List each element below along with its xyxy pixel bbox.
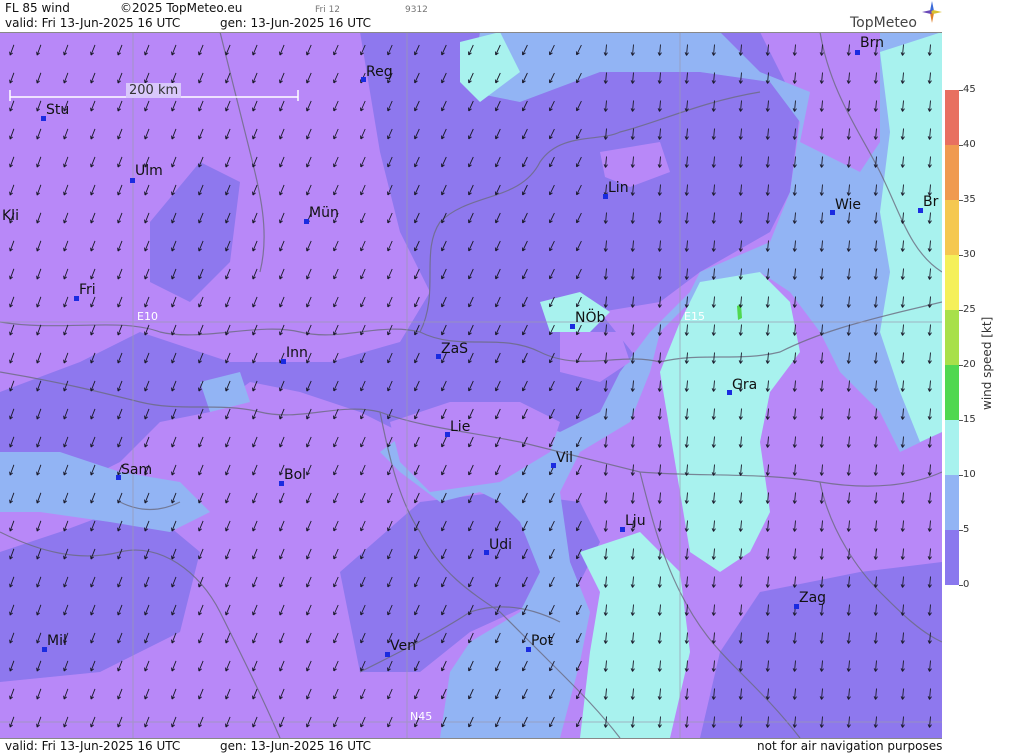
city-label[interactable]: Zag (799, 590, 826, 606)
city-label[interactable]: Fri (79, 282, 96, 298)
scale-tick-label: 30 (963, 249, 976, 260)
run-id: 9312 (405, 5, 428, 15)
city-label[interactable]: Ven (390, 638, 416, 654)
scale-tick-mark (959, 310, 963, 311)
scale-tick-label: 15 (963, 414, 976, 425)
scale-tick-mark (959, 365, 963, 366)
color-scale-band (945, 145, 959, 200)
footer-bar: valid: Fri 13-Jun-2025 16 UTC gen: 13-Ju… (0, 738, 942, 754)
scale-tick-mark (959, 475, 963, 476)
legend-unit: wind speed [kt] (980, 316, 994, 410)
city-label[interactable]: Lju (625, 513, 646, 529)
wind-field (0, 32, 942, 738)
city-label[interactable]: ZaS (441, 341, 468, 357)
map-panel[interactable]: 200 km E10 E15 N45 Brn Reg Stu Ulm Lin W… (0, 32, 942, 738)
grid-label-n45: N45 (410, 710, 433, 723)
scale-tick-mark (959, 530, 963, 531)
generated-time: gen: 13-Jun-2025 16 UTC (220, 16, 372, 30)
brand-name[interactable]: TopMeteo (850, 15, 917, 31)
color-scale-band (945, 200, 959, 255)
scale-tick-mark (959, 200, 963, 201)
disclaimer: not for air navigation purposes (757, 739, 943, 753)
scale-tick-mark (959, 90, 963, 91)
day-code: Fri 12 (315, 5, 341, 15)
scale-tick-label: 10 (963, 469, 976, 480)
city-label[interactable]: Brn (860, 35, 884, 51)
compass-logo-icon (922, 1, 942, 23)
scale-tick-mark (959, 145, 963, 146)
city-label[interactable]: Mün (309, 205, 339, 221)
city-label[interactable]: Kli (2, 208, 19, 224)
city-label[interactable]: Inn (286, 345, 308, 361)
color-scale-band (945, 310, 959, 365)
color-scale-band (945, 475, 959, 530)
scale-tick-mark (959, 255, 963, 256)
city-label[interactable]: Stu (46, 102, 69, 118)
scale-tick-label: 25 (963, 304, 976, 315)
color-scale-band (945, 530, 959, 585)
scale-tick-label: 0 (963, 579, 970, 590)
scale-tick-mark (959, 585, 963, 586)
scale-bar: 200 km (8, 83, 300, 103)
city-label[interactable]: Vil (556, 450, 573, 466)
city-label[interactable]: Gra (732, 377, 757, 393)
grid-label-e15: E15 (684, 310, 705, 323)
scale-tick-label: 5 (963, 524, 970, 535)
scale-tick-label: 40 (963, 139, 976, 150)
city-label[interactable]: Lie (450, 419, 470, 435)
grid-label-e10: E10 (137, 310, 158, 323)
city-label[interactable]: Mil (47, 633, 67, 649)
city-label[interactable]: NÖb (575, 310, 605, 326)
valid-time: valid: Fri 13-Jun-2025 16 UTC (5, 16, 181, 30)
scale-label: 200 km (126, 83, 182, 98)
city-label[interactable]: Udi (489, 537, 512, 553)
scale-tick-label: 35 (963, 194, 976, 205)
color-scale-band (945, 365, 959, 420)
scale-tick-mark (959, 420, 963, 421)
map-title: FL 85 wind (5, 1, 70, 15)
city-label[interactable]: Pot (531, 633, 553, 649)
city-label[interactable]: Reg (366, 64, 393, 80)
city-label[interactable]: Lin (608, 180, 629, 196)
copyright: ©2025 TopMeteo.eu (120, 1, 243, 15)
city-label[interactable]: Br (923, 194, 938, 210)
city-label[interactable]: Wie (835, 197, 861, 213)
city-label[interactable]: Sam (121, 462, 152, 478)
footer-generated-time: gen: 13-Jun-2025 16 UTC (220, 739, 372, 753)
scale-tick-label: 20 (963, 359, 976, 370)
header-bar: FL 85 wind ©2025 TopMeteo.eu Fri 12 9312… (0, 0, 942, 33)
color-scale (945, 90, 959, 585)
scale-tick-label: 45 (963, 84, 976, 95)
city-label[interactable]: Ulm (135, 163, 163, 179)
city-label[interactable]: Bol (284, 467, 306, 483)
color-scale-band (945, 255, 959, 310)
color-scale-band (945, 90, 959, 145)
footer-valid-time: valid: Fri 13-Jun-2025 16 UTC (5, 739, 181, 753)
color-scale-band (945, 420, 959, 475)
